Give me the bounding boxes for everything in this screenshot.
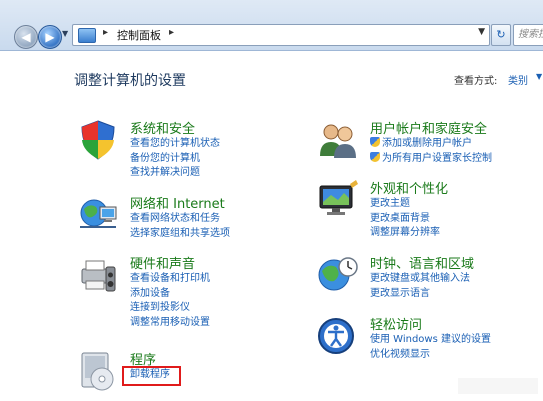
uac-shield-icon [370, 151, 380, 162]
breadcrumb-separator-icon[interactable]: ▸ [103, 27, 108, 38]
address-bar[interactable]: ▸ 控制面板 ▸ ▼ [72, 24, 490, 46]
uac-shield-icon [370, 137, 380, 147]
link-recommended-settings[interactable]: 使用 Windows 建议的设置 [370, 333, 491, 348]
view-by-label: 查看方式: [454, 76, 498, 87]
link-connect-projector[interactable]: 连接到投影仪 [130, 301, 210, 316]
shield-icon [81, 120, 115, 160]
link-devices-printers[interactable]: 查看设备和打印机 [130, 272, 210, 287]
category-title[interactable]: 网络和 Internet [130, 193, 225, 212]
link-label: 为所有用户设置家长控制 [382, 152, 492, 164]
globe-clock-icon [318, 257, 358, 291]
link-homegroup-sharing[interactable]: 选择家庭组和共享选项 [130, 227, 230, 242]
link-mobility-settings[interactable]: 调整常用移动设置 [130, 316, 210, 331]
view-by-select[interactable]: 类别 [508, 72, 528, 87]
chevron-down-icon[interactable]: ▼ [536, 72, 542, 81]
search-input[interactable]: 搜索控件 [513, 24, 543, 46]
category-title[interactable]: 系统和安全 [130, 118, 195, 137]
refresh-button[interactable]: ↻ [491, 24, 511, 46]
category-title[interactable]: 用户帐户和家庭安全 [370, 118, 487, 137]
category-title[interactable]: 时钟、语言和区域 [370, 253, 474, 272]
link-change-wallpaper[interactable]: 更改桌面背景 [370, 212, 440, 227]
control-panel-icon [78, 28, 96, 43]
highlight-box [122, 366, 181, 386]
back-button[interactable]: ◀ [14, 25, 38, 49]
page-title: 调整计算机的设置 [74, 73, 186, 89]
link-view-computer-status[interactable]: 查看您的计算机状态 [130, 137, 220, 152]
link-add-device[interactable]: 添加设备 [130, 287, 210, 302]
watermark [458, 378, 538, 394]
monitor-icon [319, 180, 358, 215]
programs-icon [81, 352, 114, 391]
users-icon [320, 124, 356, 158]
link-change-keyboard[interactable]: 更改键盘或其他输入法 [370, 272, 470, 287]
network-icon [80, 199, 117, 228]
link-find-fix-problems[interactable]: 查找并解决问题 [130, 166, 220, 181]
category-title[interactable]: 硬件和声音 [130, 253, 195, 272]
link-backup-computer[interactable]: 备份您的计算机 [130, 152, 220, 167]
accessibility-icon [318, 318, 354, 354]
printer-icon [81, 260, 116, 292]
history-dropdown-icon[interactable]: ▼ [62, 29, 68, 38]
category-title[interactable]: 轻松访问 [370, 314, 422, 333]
forward-button[interactable]: ▶ [38, 25, 62, 49]
link-optimize-display[interactable]: 优化视频显示 [370, 348, 491, 363]
link-change-display-language[interactable]: 更改显示语言 [370, 287, 470, 302]
link-parental-controls[interactable]: 为所有用户设置家长控制 [370, 151, 492, 167]
category-title[interactable]: 外观和个性化 [370, 178, 448, 197]
breadcrumb-control-panel[interactable]: 控制面板 [117, 27, 161, 43]
breadcrumb-separator-icon[interactable]: ▸ [169, 27, 174, 38]
link-add-remove-accounts[interactable]: 添加或删除用户帐户 [370, 137, 492, 152]
link-change-theme[interactable]: 更改主题 [370, 197, 440, 212]
address-dropdown-icon[interactable]: ▼ [478, 27, 485, 37]
address-toolbar: ◀ ▶ ▼ ▸ 控制面板 ▸ ▼ ↻ 搜索控件 [0, 0, 543, 51]
link-label: 添加或删除用户帐户 [382, 138, 472, 149]
link-screen-resolution[interactable]: 调整屏幕分辨率 [370, 226, 440, 241]
link-view-network-status[interactable]: 查看网络状态和任务 [130, 212, 230, 227]
